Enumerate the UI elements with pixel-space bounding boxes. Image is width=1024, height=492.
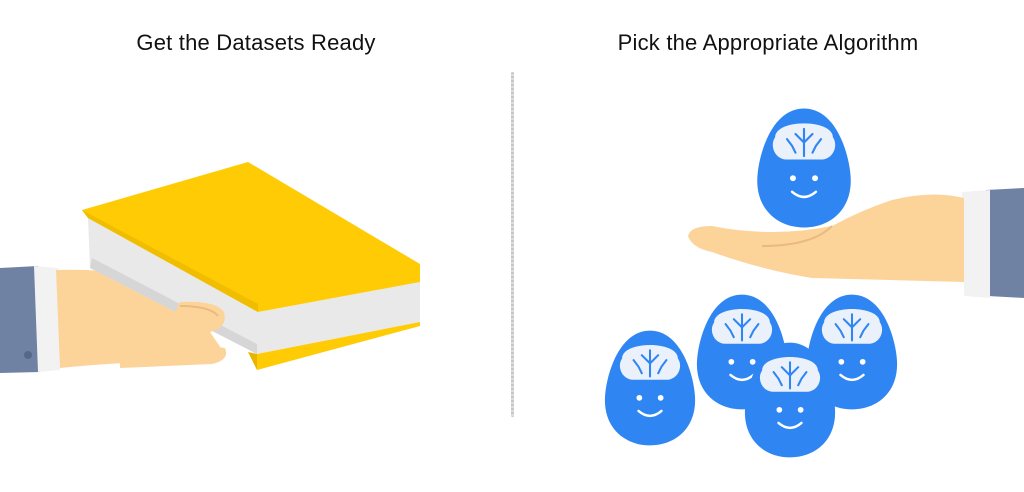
algorithm-egg-icon	[755, 107, 853, 229]
sleeve-right	[986, 188, 1024, 298]
cuff-left	[34, 266, 60, 372]
algorithm-panel: Pick the Appropriate Algorithm	[512, 0, 1024, 492]
datasets-panel: Get the Datasets Ready	[0, 0, 512, 492]
hand-with-book-icon	[0, 162, 420, 373]
algorithm-egg-icon	[603, 329, 697, 447]
hand-with-egg-icon	[603, 107, 1024, 459]
cuff-right	[962, 190, 990, 298]
fingers-left	[120, 344, 227, 368]
sleeve-left	[0, 266, 40, 373]
